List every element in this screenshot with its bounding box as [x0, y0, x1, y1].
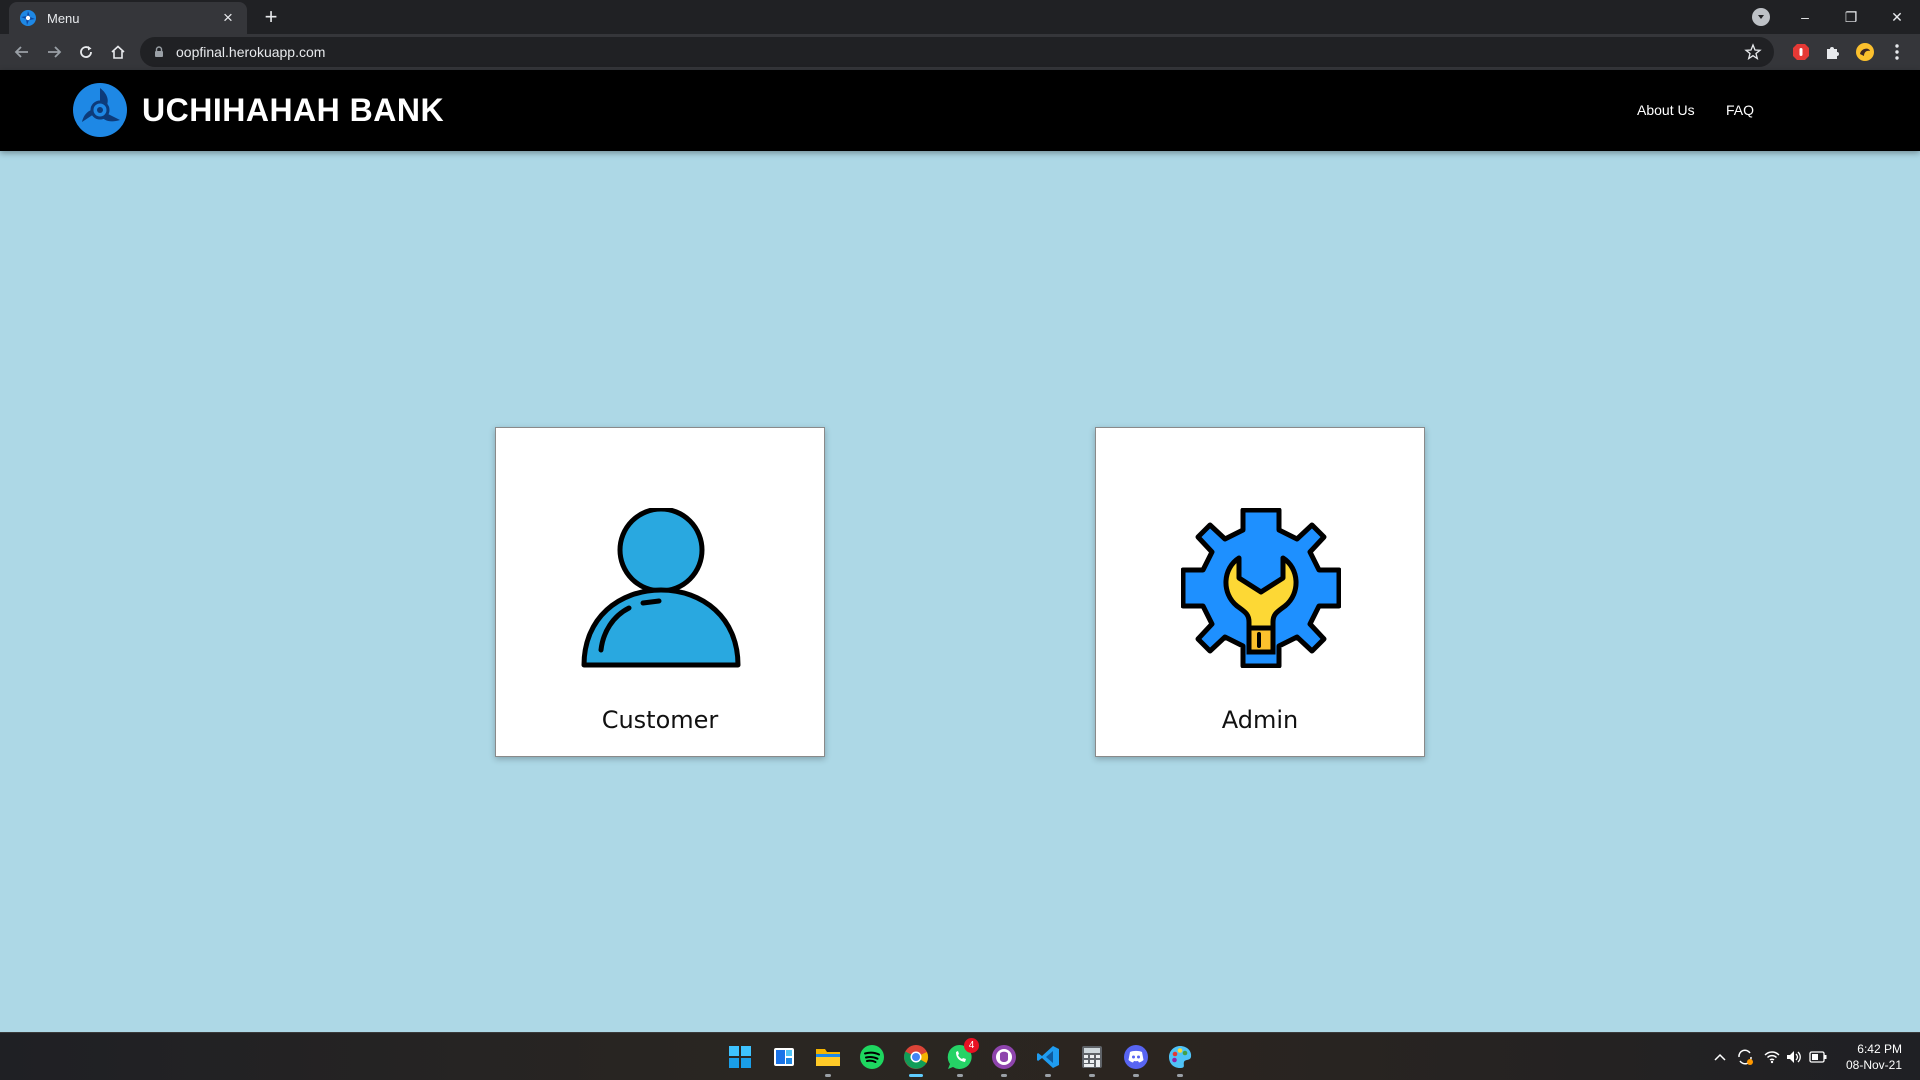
tab-title: Menu: [47, 10, 80, 26]
browser-tabstrip: Menu × + – ❐ ✕: [0, 0, 1920, 34]
clock-time: 6:42 PM: [1857, 1042, 1902, 1056]
discord-icon[interactable]: [1120, 1041, 1152, 1077]
brand-name: UCHIHAHAH BANK: [142, 91, 445, 128]
file-explorer-icon[interactable]: [812, 1041, 844, 1077]
address-bar[interactable]: oopfinal.herokuapp.com: [140, 37, 1774, 67]
back-icon[interactable]: [8, 38, 36, 66]
spotify-icon[interactable]: [856, 1041, 888, 1073]
bank-logo-icon: [72, 82, 128, 138]
new-tab-button[interactable]: +: [258, 4, 284, 30]
battery-icon[interactable]: [1808, 1047, 1828, 1067]
clock-date: 08-Nov-21: [1845, 1058, 1902, 1072]
brand-home-link[interactable]: UCHIHAHAH BANK: [72, 82, 444, 138]
chrome-icon[interactable]: [900, 1041, 932, 1077]
site-favicon-icon: [19, 9, 37, 27]
active-indicator: [909, 1074, 923, 1077]
running-indicator: [1089, 1074, 1095, 1077]
site-header: UCHIHAHAH BANK About Us FAQ: [0, 70, 1920, 151]
volume-icon[interactable]: [1784, 1047, 1804, 1067]
bookmark-star-icon[interactable]: [1744, 43, 1762, 61]
running-indicator: [1177, 1074, 1183, 1077]
running-indicator: [825, 1074, 831, 1077]
vscode-icon[interactable]: [1032, 1041, 1064, 1077]
web-page: UCHIHAHAH BANK About Us FAQ Customer Adm…: [0, 70, 1920, 1032]
restore-button[interactable]: ❐: [1828, 0, 1874, 34]
reload-icon[interactable]: [72, 38, 100, 66]
windows-start-icon[interactable]: [724, 1041, 756, 1073]
forward-icon[interactable]: [40, 38, 68, 66]
minimize-button[interactable]: –: [1782, 0, 1828, 34]
close-window-button[interactable]: ✕: [1874, 0, 1920, 34]
url-text: oopfinal.herokuapp.com: [176, 44, 326, 60]
profile-avatar-icon[interactable]: [1854, 41, 1876, 63]
nav-about-us[interactable]: About Us: [1637, 102, 1695, 118]
os-taskbar: 4 6:42 PM 08-Nov-21: [0, 1032, 1920, 1080]
admin-card[interactable]: Admin: [1095, 427, 1425, 757]
window-controls: – ❐ ✕: [1782, 0, 1920, 34]
adblock-extension-icon[interactable]: [1790, 41, 1812, 63]
widgets-icon[interactable]: [768, 1041, 800, 1073]
running-indicator: [1045, 1074, 1051, 1077]
admin-label: Admin: [1221, 706, 1299, 734]
show-hidden-icons-chevron-icon[interactable]: [1710, 1047, 1730, 1067]
browser-toolbar: oopfinal.herokuapp.com: [0, 34, 1920, 70]
nav-faq[interactable]: FAQ: [1726, 102, 1754, 118]
calculator-icon[interactable]: [1076, 1041, 1108, 1077]
customer-card[interactable]: Customer: [495, 427, 825, 757]
paint-icon[interactable]: [1164, 1041, 1196, 1077]
extensions-puzzle-icon[interactable]: [1822, 41, 1844, 63]
tab-close-icon[interactable]: ×: [219, 8, 237, 28]
home-icon[interactable]: [104, 38, 132, 66]
user-icon: [581, 508, 741, 668]
customer-label: Customer: [601, 706, 719, 734]
running-indicator: [1133, 1074, 1139, 1077]
wifi-icon[interactable]: [1762, 1047, 1782, 1067]
gear-wrench-icon: [1181, 508, 1341, 668]
browser-tab[interactable]: Menu ×: [9, 2, 247, 34]
browser-menu-icon[interactable]: [1886, 41, 1908, 63]
tab-search-icon[interactable]: [1752, 8, 1770, 26]
running-indicator: [1001, 1074, 1007, 1077]
sync-status-icon[interactable]: [1735, 1047, 1755, 1067]
running-indicator: [957, 1074, 963, 1077]
github-desktop-icon[interactable]: [988, 1041, 1020, 1077]
whatsapp-icon[interactable]: 4: [944, 1038, 979, 1077]
system-clock[interactable]: 6:42 PM 08-Nov-21: [1846, 1041, 1902, 1073]
notification-badge: 4: [964, 1038, 979, 1053]
lock-icon: [152, 45, 166, 59]
